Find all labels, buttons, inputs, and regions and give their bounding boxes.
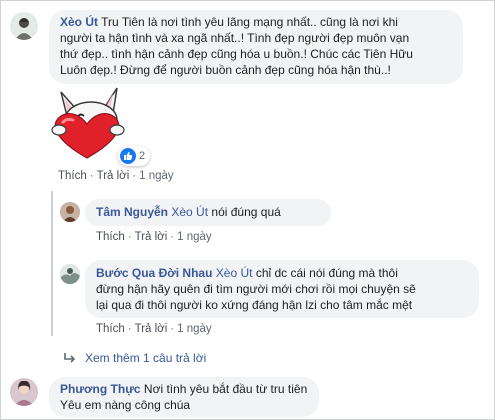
avatar-buoc-qua-doi-nhau[interactable] — [60, 264, 80, 284]
reply-link[interactable]: Trả lời — [135, 231, 168, 243]
reaction-count-badge[interactable]: 2 — [118, 146, 151, 166]
avatar-phuong-thuc[interactable] — [10, 378, 38, 406]
like-link[interactable]: Thích — [96, 323, 125, 335]
mention-tag[interactable]: Xèo Út — [171, 205, 208, 219]
comment-author[interactable]: Xèo Út — [60, 15, 98, 29]
comment-actions: Thích · Trả lời · 1 ngày — [58, 170, 174, 182]
reply-text-line: chỉ dc cái nói đúng mà thôi — [255, 266, 398, 280]
comment-text-line: Yêu em nàng công chúa — [60, 398, 191, 412]
like-reaction-icon — [120, 148, 136, 164]
comment-time[interactable]: 1 ngày — [139, 170, 174, 182]
mention-tag[interactable]: Xèo Út — [216, 266, 253, 280]
comment-text-line: Luôn đẹp.! Đừng để người buồn cảnh đẹp c… — [60, 63, 391, 77]
comment-text-line: người ta hận tình và xa ngã nhất..! Tình… — [60, 31, 410, 45]
comment-text-line: Tru Tiên là nơi tình yêu lãng mạng nhất.… — [101, 15, 398, 29]
reply-time[interactable]: 1 ngày — [177, 231, 212, 243]
comment-text-line: thứ đẹp.. tình hận cảnh đẹp cũng hóa u b… — [60, 47, 413, 61]
reply-link[interactable]: Trả lời — [135, 323, 168, 335]
see-more-replies-label: Xem thêm 1 câu trả lời — [85, 351, 207, 365]
reply-text-line: lại qua đi thôi người ko xứng đáng hận l… — [96, 298, 413, 312]
reply-text: nói đúng quá — [211, 205, 281, 219]
reply-bubble: Bước Qua Đời Nhau Xèo Út chỉ dc cái nói … — [85, 260, 479, 318]
reply-actions: Thích · Trả lời · 1 ngày — [96, 323, 212, 335]
bunny-heart-sticker — [45, 86, 129, 160]
reply-text-line: đừng hận hãy quên đi tìm người mới chơi … — [96, 282, 416, 296]
comment-bubble: Phương Thực Nơi tình yêu bắt đầu từ tru … — [49, 377, 319, 417]
like-link[interactable]: Thích — [58, 170, 87, 182]
reaction-count: 2 — [139, 150, 146, 162]
comments-panel: Xèo Út Tru Tiên là nơi tình yêu lãng mạn… — [0, 0, 495, 420]
reply-author[interactable]: Bước Qua Đời Nhau — [96, 266, 212, 280]
comment-text-line: Nơi tình yêu bắt đầu từ tru tiên — [143, 382, 308, 396]
reply-time[interactable]: 1 ngày — [177, 323, 212, 335]
comment-bubble: Xèo Út Tru Tiên là nơi tình yêu lãng mạn… — [49, 10, 463, 84]
reply-bubble: Tâm Nguyễn Xèo Út nói đúng quá — [85, 199, 331, 226]
comment-author[interactable]: Phương Thực — [60, 382, 141, 396]
reply-actions: Thích · Trả lời · 1 ngày — [96, 231, 212, 243]
see-more-replies-link[interactable]: Xem thêm 1 câu trả lời — [63, 351, 206, 365]
reply-author[interactable]: Tâm Nguyễn — [96, 205, 168, 219]
reply-thread-line — [51, 191, 53, 336]
avatar-tam-nguyen[interactable] — [60, 202, 80, 222]
like-link[interactable]: Thích — [96, 231, 125, 243]
reply-arrow-icon — [63, 352, 77, 364]
avatar-xeo-ut[interactable] — [10, 12, 38, 40]
reply-link[interactable]: Trả lời — [97, 170, 130, 182]
